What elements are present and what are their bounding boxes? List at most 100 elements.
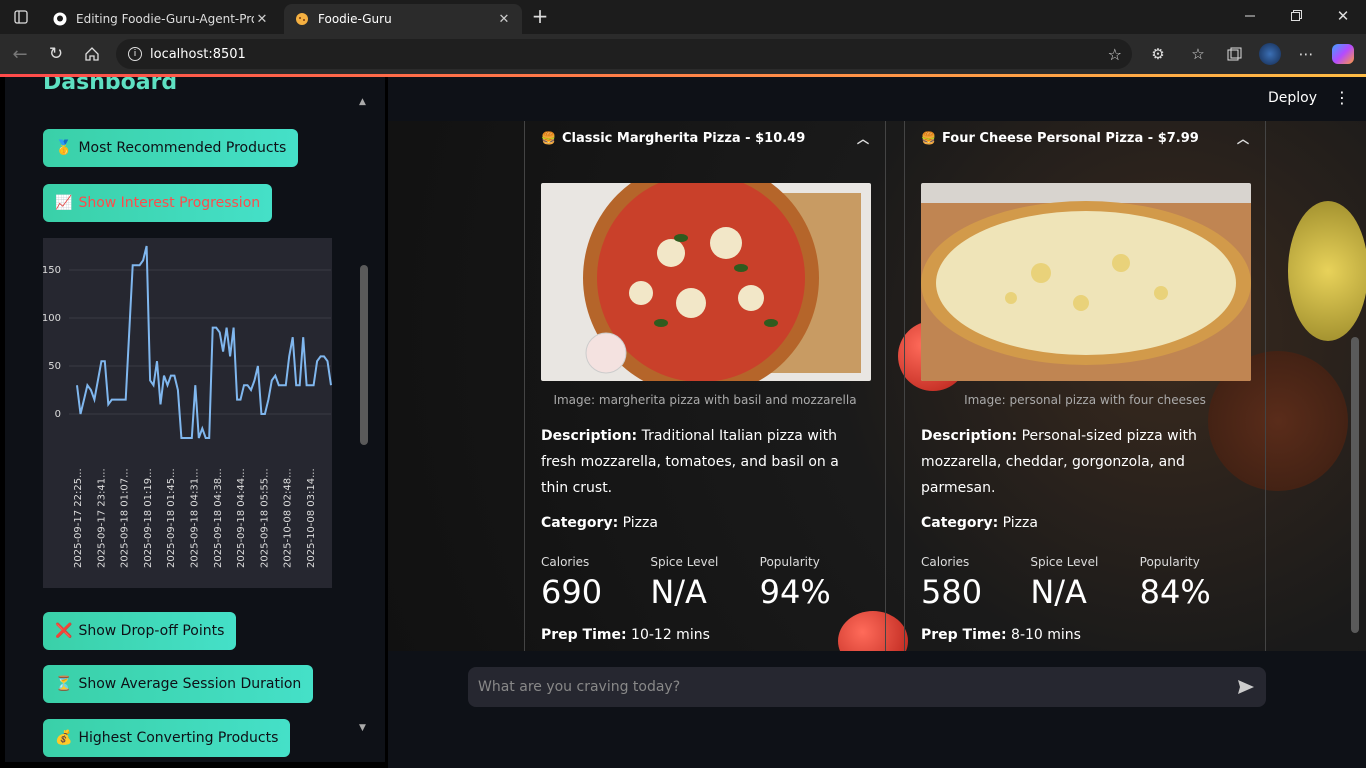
button-label: Show Drop-off Points: [78, 623, 225, 639]
x-tick-label: 2025-09-18 01:45...: [166, 468, 177, 568]
chat-input[interactable]: What are you craving today?: [468, 667, 1266, 707]
chat-area: What are you craving today?: [388, 651, 1366, 768]
description-label: Description:: [541, 428, 638, 444]
metric-label: Spice Level: [650, 555, 719, 569]
x-tick-label: 2025-09-18 01:07...: [120, 468, 131, 568]
scroll-down-icon[interactable]: ▼: [359, 723, 366, 733]
product-expander-header[interactable]: 🍔 Four Cheese Personal Pizza - $7.99 ︿: [921, 121, 1249, 155]
favorite-star-icon[interactable]: ☆: [1108, 45, 1122, 64]
restore-icon[interactable]: [1288, 8, 1304, 24]
most-recommended-button[interactable]: 🥇 Most Recommended Products: [43, 129, 299, 167]
metric-value: 690: [541, 573, 603, 611]
tab-foodie-guru[interactable]: Foodie-Guru ✕: [284, 4, 522, 34]
category-label: Category:: [541, 515, 619, 531]
metric-value: 580: [921, 573, 983, 611]
interest-progression-button[interactable]: 📈 Show Interest Progression: [43, 184, 273, 222]
browser-toolbar: ← ↻ i localhost:8501 ☆ ⚙ ☆ ⋯: [0, 34, 1366, 74]
send-icon[interactable]: [1236, 677, 1256, 697]
back-icon[interactable]: ←: [10, 44, 30, 65]
medal-icon: 🥇: [55, 140, 73, 156]
main-menu-icon[interactable]: ⋮: [1334, 88, 1350, 108]
category-label: Category:: [921, 515, 999, 531]
x-tick-label: 2025-10-08 03:14...: [306, 468, 317, 568]
url-text: localhost:8501: [150, 46, 246, 62]
github-icon: [52, 11, 68, 27]
metric-value: N/A: [1030, 573, 1087, 611]
deploy-button[interactable]: Deploy: [1268, 90, 1317, 106]
product-card: 🍔 Four Cheese Personal Pizza - $7.99 ︿ I…: [904, 121, 1266, 651]
x-tick-label: 2025-09-18 01:19...: [143, 468, 154, 568]
spice-metric: Spice Level N/A: [650, 555, 759, 611]
line-chart-svg: 0 50 100 150 2025-09-17 22:25... 2025-09-17 2…: [42, 245, 332, 568]
image-caption: Image: margherita pizza with basil and m…: [553, 393, 857, 407]
tab-title: Editing Foodie-Guru-Agent-Proje: [76, 12, 254, 26]
burger-icon: 🍔: [921, 131, 936, 145]
home-icon[interactable]: [82, 44, 102, 64]
sidebar-title: Dashboard: [43, 77, 178, 95]
browser-tabbar: Editing Foodie-Guru-Agent-Proje ✕ Foodie…: [0, 0, 1366, 34]
tab-title: Foodie-Guru: [318, 12, 392, 26]
refresh-icon[interactable]: ↻: [46, 44, 66, 64]
money-bag-icon: 💰: [55, 730, 73, 746]
dropoff-button[interactable]: ❌ Show Drop-off Points: [43, 612, 237, 650]
sidebar-scroll-thumb[interactable]: [360, 265, 368, 445]
metric-label: Calories: [541, 555, 590, 569]
scroll-up-icon[interactable]: ▲: [359, 97, 366, 107]
y-tick-label: 0: [55, 409, 61, 420]
highest-converting-button[interactable]: 💰 Highest Converting Products: [43, 719, 291, 757]
x-tick-label: 2025-09-17 22:25...: [73, 468, 84, 568]
info-icon[interactable]: i: [128, 47, 142, 61]
cross-icon: ❌: [55, 623, 73, 639]
collections-icon[interactable]: [1224, 44, 1244, 64]
product-title: Four Cheese Personal Pizza - $7.99: [941, 130, 1199, 146]
metric-label: Spice Level: [1030, 555, 1099, 569]
sidebar-scrollbar[interactable]: ▲ ▼: [357, 93, 371, 743]
main-scroll-thumb[interactable]: [1351, 337, 1359, 633]
minimize-icon[interactable]: [1242, 8, 1258, 24]
product-description: Description: Traditional Italian pizza w…: [541, 423, 869, 501]
interest-progression-chart: 0 50 100 150 2025-09-17 22:25... 2025-09-17 2…: [42, 238, 332, 588]
address-bar[interactable]: i localhost:8501 ☆: [116, 39, 1132, 69]
lemon: [1288, 201, 1366, 341]
more-options-icon[interactable]: ⋯: [1296, 44, 1316, 64]
product-title: Classic Margherita Pizza - $10.49: [561, 130, 806, 146]
session-duration-button[interactable]: ⏳ Show Average Session Duration: [43, 665, 314, 703]
product-expander-header[interactable]: 🍔 Classic Margherita Pizza - $10.49 ︿: [541, 121, 869, 155]
category-value: Pizza: [998, 515, 1038, 531]
prep-time: Prep Time: 10-12 mins: [541, 627, 869, 643]
chevron-up-icon[interactable]: ︿: [857, 130, 869, 147]
x-tick-label: 2025-10-08 02:48...: [283, 468, 294, 568]
sidebar-content: Dashboard 🥇 Most Recommended Products 📈 …: [5, 77, 385, 762]
close-icon[interactable]: ✕: [254, 12, 270, 27]
metric-value: 84%: [1139, 573, 1211, 611]
x-tick-label: 2025-09-17 23:41...: [96, 468, 107, 568]
extensions-icon[interactable]: ⚙: [1148, 44, 1168, 64]
tab-editing-github[interactable]: Editing Foodie-Guru-Agent-Proje ✕: [42, 4, 280, 34]
product-category: Category: Pizza: [541, 515, 869, 531]
prep-label: Prep Time:: [541, 627, 627, 643]
metric-value: N/A: [650, 573, 707, 611]
button-label: Show Interest Progression: [78, 195, 261, 211]
hourglass-icon: ⏳: [55, 676, 73, 692]
spice-metric: Spice Level N/A: [1030, 555, 1139, 611]
favorites-icon[interactable]: ☆: [1188, 44, 1208, 64]
new-tab-icon[interactable]: +: [530, 4, 550, 28]
prep-value: 10-12 mins: [626, 627, 710, 643]
description-label: Description:: [921, 428, 1018, 444]
product-image: [921, 183, 1251, 381]
sidebar: Dashboard 🥇 Most Recommended Products 📈 …: [0, 77, 388, 768]
metric-label: Popularity: [1139, 555, 1200, 569]
app-header: Deploy ⋮: [388, 77, 1366, 121]
main-content: Deploy ⋮ 🍔 Classic Margherita Pizza - $1…: [388, 77, 1366, 768]
close-icon[interactable]: ✕: [496, 12, 512, 27]
prep-value: 8-10 mins: [1006, 627, 1081, 643]
window-close-icon[interactable]: ✕: [1335, 7, 1351, 25]
chevron-up-icon[interactable]: ︿: [1237, 130, 1249, 147]
tab-actions-icon[interactable]: [12, 8, 30, 26]
copilot-icon[interactable]: [1332, 44, 1354, 64]
profile-avatar[interactable]: [1259, 43, 1281, 65]
metric-label: Calories: [921, 555, 970, 569]
calories-metric: Calories 580: [921, 555, 1030, 611]
prep-label: Prep Time:: [921, 627, 1007, 643]
y-tick-label: 100: [43, 313, 61, 324]
